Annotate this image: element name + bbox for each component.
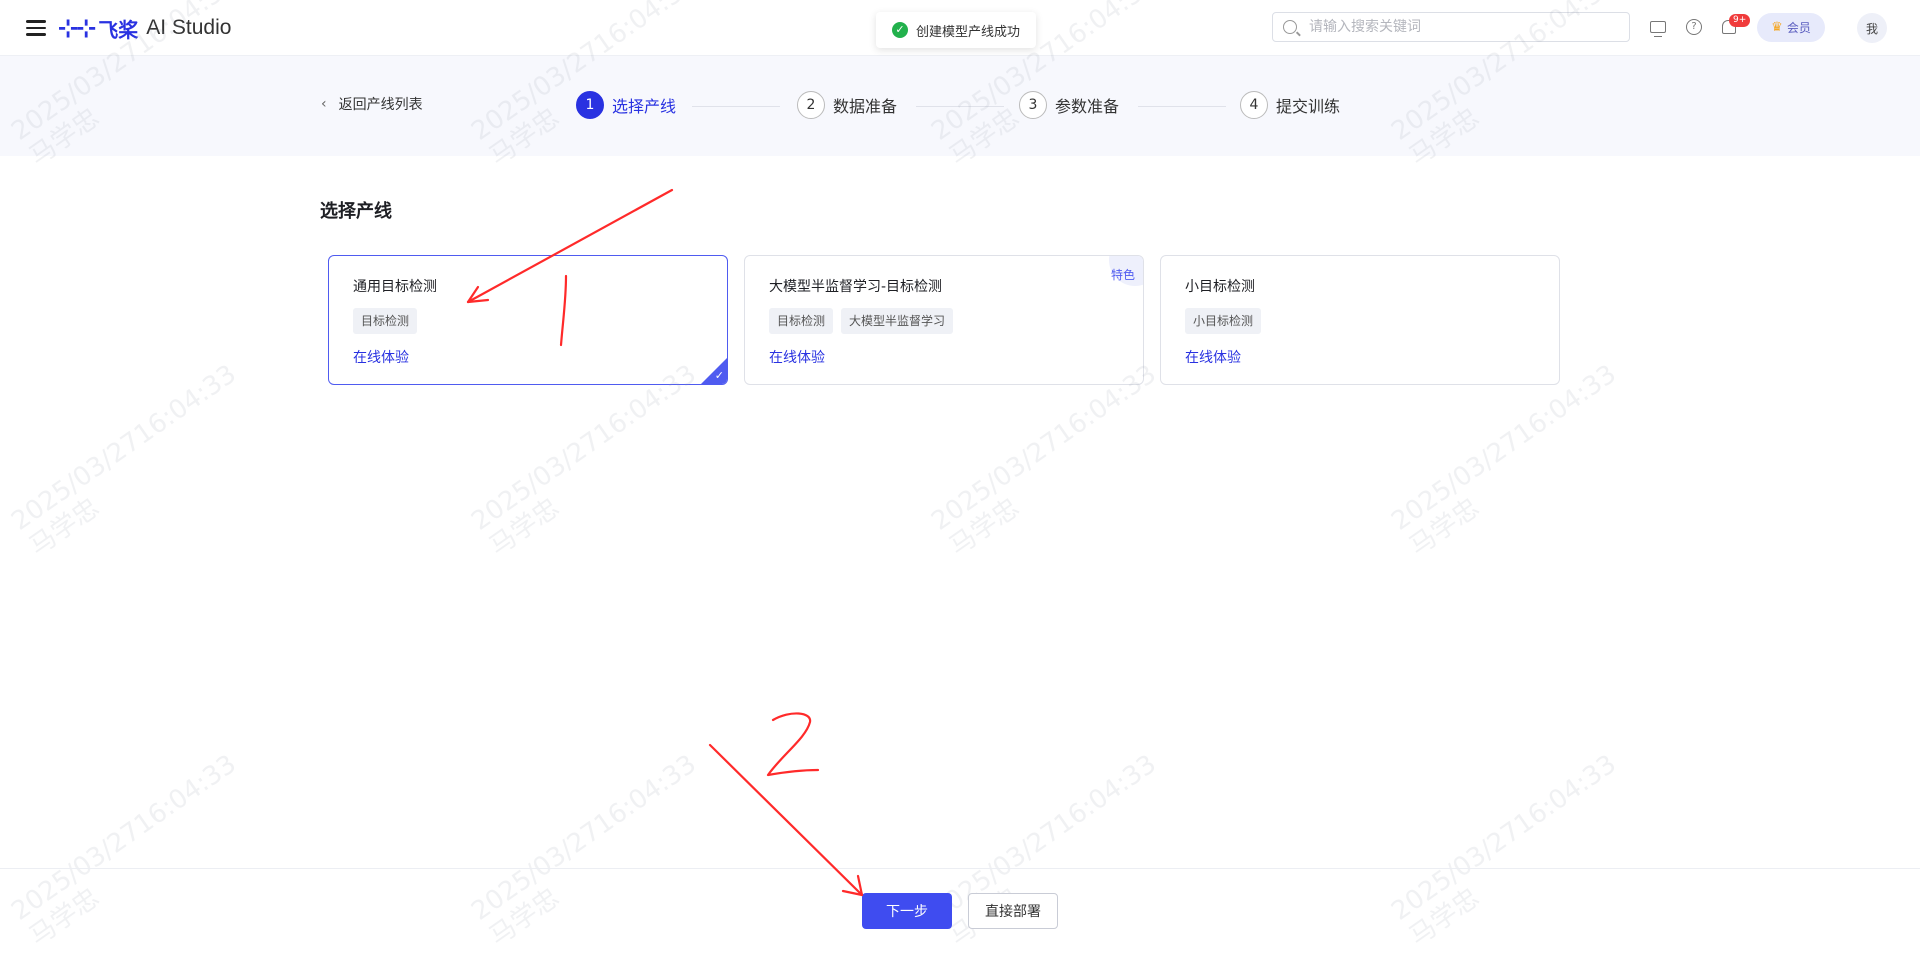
annotation-arrow-2 [708, 743, 864, 897]
annotation-label-1 [559, 274, 568, 347]
annotation-layer [466, 188, 864, 897]
annotation-label-2 [766, 712, 820, 777]
annotation-arrow-1 [466, 188, 674, 304]
